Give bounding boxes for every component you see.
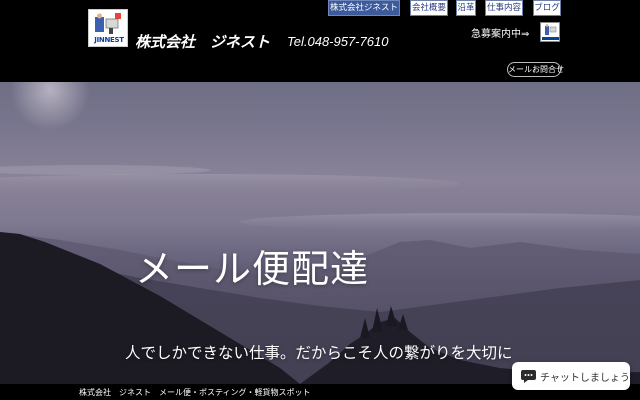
company-logo[interactable]: JINNEST [88, 9, 128, 47]
worker-logo-icon [95, 13, 121, 34]
chat-button[interactable]: チャットしましょう [512, 362, 630, 390]
footer-text: 株式会社 ジネスト メール便・ポスティング・軽貨物スポット [79, 388, 311, 397]
mail-contact-button[interactable]: メールお問合せ [507, 62, 564, 77]
company-name: 株式会社 ジネスト [135, 33, 271, 51]
hero-banner: メール便配達 人でしかできない仕事。だからこそ人の繋がりを大切に [0, 82, 640, 384]
nav-work-button[interactable]: 仕事内容 [485, 0, 523, 16]
phone-number[interactable]: Tel.048-957-7610 [287, 34, 388, 49]
logo-bar [542, 37, 559, 40]
recruit-link-thumbnail[interactable] [540, 22, 560, 42]
hero-title: メール便配達 [135, 247, 370, 291]
worker-logo-icon [545, 24, 557, 35]
hero-subtitle: 人でしかできない仕事。だからこそ人の繋がりを大切に [125, 344, 513, 362]
recruit-notice: 急募案内中⇒ [471, 29, 530, 40]
nav-history-button[interactable]: 沿革 [456, 0, 476, 16]
nav-home-button[interactable]: 株式会社ジネスト [328, 0, 400, 16]
mountain-landscape-image [0, 82, 640, 384]
nav-blog-button[interactable]: ブログ [533, 0, 561, 16]
site-header: JINNEST 株式会社 ジネスト Tel.048-957-7610 株式会社ジ… [0, 0, 640, 82]
chat-bubble-icon [521, 370, 536, 383]
chat-label: チャットしましょう [540, 373, 630, 384]
nav-about-button[interactable]: 会社概要 [410, 0, 448, 16]
logo-text: JINNEST [94, 36, 124, 44]
